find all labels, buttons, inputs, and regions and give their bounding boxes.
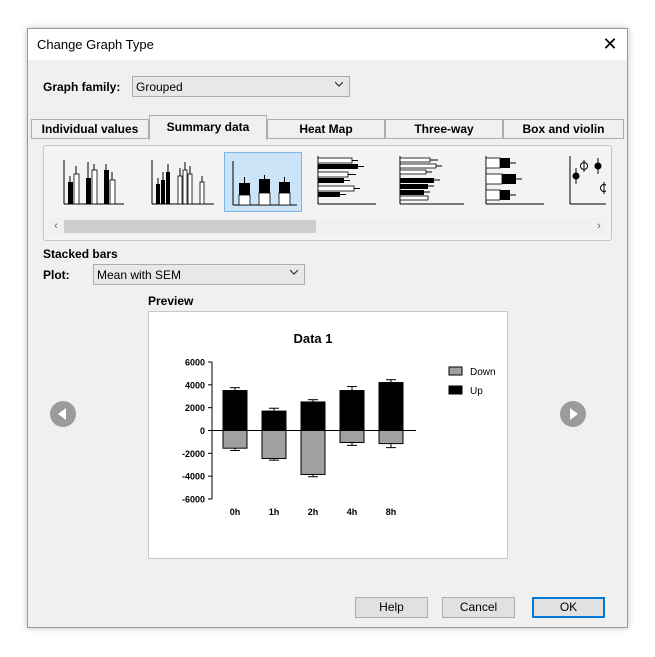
dialog-title: Change Graph Type [37,37,154,52]
x-tick-label: 8h [386,507,397,517]
plot-select[interactable]: Mean with SEM [93,264,305,285]
selected-graph-type-name: Stacked bars [43,247,118,261]
y-tick-label: -2000 [182,449,205,459]
tab-individual-values[interactable]: Individual values [31,119,149,139]
thumb-stacked-bars[interactable] [224,152,302,212]
tab-summary-data[interactable]: Summary data [149,115,267,140]
graph-family-label: Graph family: [43,80,121,94]
bar-down [261,430,287,459]
scrollbar-thumb[interactable] [64,220,316,233]
legend-swatch-up [448,385,463,395]
bar-up [300,401,326,432]
y-tick-label: 6000 [185,358,205,368]
previous-arrow-icon[interactable] [50,401,76,427]
ok-button[interactable]: OK [532,597,605,618]
next-arrow-icon[interactable] [560,401,586,427]
thumb-grouped-separated-bars[interactable] [138,152,216,212]
preview-chart: Data 1 6000 4000 2000 0 -2000 -4000 -6000 0h 1h… [182,331,496,517]
graph-family-select[interactable]: Grouped [132,76,350,97]
thumb-horizontal-grouped-bars[interactable] [310,152,388,212]
y-tick-label: -4000 [182,472,205,482]
thumb-horizontal-stacked-bars[interactable] [480,152,558,212]
tab-box-and-violin[interactable]: Box and violin [503,119,624,139]
title-bar: Change Graph Type ✕ [28,29,627,60]
preview-label: Preview [148,294,194,308]
scroll-right-icon[interactable]: › [591,218,607,235]
y-tick-label: 4000 [185,380,205,390]
graph-type-gallery: ‹ › [43,145,612,241]
plot-label: Plot: [43,268,70,282]
y-tick-label: 2000 [185,403,205,413]
scroll-left-icon[interactable]: ‹ [48,218,64,235]
legend-label-up: Up [470,386,483,397]
y-tick-label: -6000 [182,495,205,505]
bar-up [378,382,404,432]
x-tick-label: 1h [269,507,280,517]
chevron-down-icon [290,269,298,275]
graph-family-value: Grouped [136,80,183,94]
x-tick-label: 4h [347,507,358,517]
bar-up [261,410,287,431]
thumb-grouped-interleaved-bars[interactable] [48,152,126,212]
plot-value: Mean with SEM [97,268,182,282]
tab-divider [31,138,624,139]
bar-down [300,430,326,475]
cancel-button[interactable]: Cancel [442,597,515,618]
chart-title: Data 1 [293,331,332,346]
thumb-grouped-points[interactable] [566,152,606,212]
bar-up [222,390,248,431]
chevron-down-icon [335,81,343,87]
legend-label-down: Down [470,367,496,378]
thumb-horizontal-separated-bars[interactable] [394,152,472,212]
bar-up [339,390,365,431]
bar-down [222,430,248,449]
y-tick-label: 0 [200,426,205,436]
x-tick-label: 2h [308,507,319,517]
gallery-thumbnails [48,152,606,214]
x-tick-label: 0h [230,507,241,517]
graph-category-tabs: Individual values Summary data Heat Map … [31,115,624,140]
change-graph-type-dialog: Change Graph Type ✕ Graph family: Groupe… [27,28,628,628]
bar-down [339,430,365,443]
legend-swatch-down [448,366,463,376]
tab-heat-map[interactable]: Heat Map [267,119,385,139]
help-button[interactable]: Help [355,597,428,618]
bar-down [378,430,404,445]
tab-three-way[interactable]: Three-way [385,119,503,139]
gallery-horizontal-scrollbar[interactable]: ‹ › [48,218,607,235]
preview-panel: Data 1 6000 4000 2000 0 -2000 -4000 -6000 0h 1h… [148,311,508,559]
close-icon[interactable]: ✕ [597,32,623,56]
